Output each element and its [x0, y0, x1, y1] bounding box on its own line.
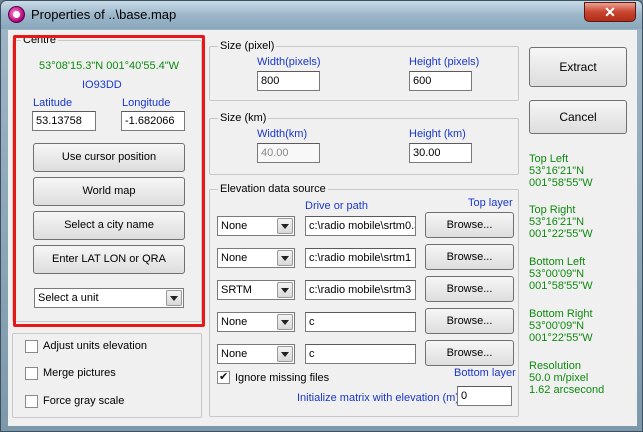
browse-button-5[interactable]: Browse... [425, 340, 514, 366]
longitude-input[interactable]: -1.682066 [121, 111, 185, 131]
longitude-label: Longitude [122, 97, 171, 109]
height-km-input[interactable]: 30.00 [409, 143, 472, 163]
browse-button-1[interactable]: Browse... [425, 212, 514, 238]
dialog-client-area: Centre 53°08'15.3"N 001°40'55.4"W IO93DD… [8, 30, 637, 426]
source-select-1[interactable]: None [217, 216, 295, 236]
source-select-2[interactable]: None [217, 248, 295, 268]
bottom-right-lon: 001°22'55"W [529, 332, 593, 344]
centre-qra: IO93DD [82, 79, 122, 91]
source-select-3[interactable]: SRTM [217, 280, 295, 300]
source-value-1: None [221, 220, 248, 232]
top-right-lon: 001°22'55"W [529, 228, 593, 240]
merge-pictures-checkbox[interactable] [25, 367, 38, 380]
size-km-group: Size (km) [209, 112, 519, 175]
size-km-label: Size (km) [218, 112, 269, 125]
width-km-label: Width(km) [257, 128, 308, 140]
app-icon [8, 6, 25, 23]
drive-path-header: Drive or path [305, 200, 368, 212]
centre-coordinates: 53°08'15.3"N 001°40'55.4"W [39, 60, 180, 72]
window-title: Properties of ..\base.map [31, 7, 177, 22]
size-pixel-group: Size (pixel) [209, 40, 519, 101]
width-pixels-input[interactable]: 800 [257, 71, 320, 91]
ignore-missing-label: Ignore missing files [235, 372, 330, 384]
merge-pictures-label: Merge pictures [43, 367, 116, 379]
source-value-5: None [221, 348, 248, 360]
chevron-down-icon[interactable] [166, 290, 182, 306]
browse-button-4[interactable]: Browse... [425, 308, 514, 334]
resolution-arcsecond: 1.62 arcsecond [529, 384, 605, 396]
source-value-3: SRTM [221, 284, 252, 296]
path-input-2[interactable]: c:\radio mobile\srtm1 [305, 248, 416, 268]
source-select-4[interactable]: None [217, 312, 295, 332]
source-value-2: None [221, 252, 248, 264]
latitude-input[interactable]: 53.13758 [32, 111, 96, 131]
force-gray-label: Force gray scale [43, 395, 125, 407]
chevron-down-icon[interactable] [277, 346, 293, 362]
path-input-1[interactable]: c:\radio mobile\srtm0.3 [305, 216, 416, 236]
adjust-units-checkbox[interactable] [25, 340, 38, 353]
width-km-input[interactable]: 40.00 [257, 143, 320, 163]
source-select-5[interactable]: None [217, 344, 295, 364]
chevron-down-icon[interactable] [277, 314, 293, 330]
browse-button-3[interactable]: Browse... [425, 276, 514, 302]
browse-button-2[interactable]: Browse... [425, 244, 514, 270]
elevation-label: Elevation data source [218, 183, 328, 196]
extract-button[interactable]: Extract [529, 47, 627, 87]
height-km-label: Height (km) [409, 128, 466, 140]
init-matrix-label: Initialize matrix with elevation (m) [297, 392, 459, 404]
select-unit-dropdown[interactable]: Select a unit [34, 288, 184, 308]
path-input-4[interactable]: c [305, 312, 416, 332]
source-value-4: None [221, 316, 248, 328]
height-pixels-label: Height (pixels) [409, 56, 480, 68]
width-pixels-label: Width(pixels) [257, 56, 321, 68]
world-map-button[interactable]: World map [33, 177, 185, 206]
select-unit-value: Select a unit [38, 292, 99, 304]
close-button[interactable]: ✕ [584, 2, 636, 22]
cancel-button[interactable]: Cancel [529, 100, 627, 134]
use-cursor-position-button[interactable]: Use cursor position [33, 143, 185, 172]
chevron-down-icon[interactable] [277, 250, 293, 266]
force-gray-checkbox[interactable] [25, 395, 38, 408]
properties-window: Properties of ..\base.map ✕ Centre 53°08… [0, 0, 643, 432]
ignore-missing-checkbox[interactable] [217, 370, 230, 384]
init-elevation-input[interactable]: 0 [457, 386, 512, 406]
path-input-5[interactable]: c [305, 344, 416, 364]
chevron-down-icon[interactable] [277, 282, 293, 298]
top-left-lon: 001°58'55"W [529, 177, 593, 189]
bottom-left-lon: 001°58'55"W [529, 280, 593, 292]
bottom-layer-label: Bottom layer [454, 367, 516, 379]
top-layer-label: Top layer [468, 197, 513, 209]
path-input-3[interactable]: c:\radio mobile\srtm3 [305, 280, 416, 300]
select-city-button[interactable]: Select a city name [33, 211, 185, 240]
title-bar[interactable]: Properties of ..\base.map ✕ [1, 1, 642, 29]
height-pixels-input[interactable]: 600 [409, 71, 472, 91]
chevron-down-icon[interactable] [277, 218, 293, 234]
latitude-label: Latitude [33, 97, 73, 109]
adjust-units-label: Adjust units elevation [43, 340, 147, 352]
enter-lat-lon-qra-button[interactable]: Enter LAT LON or QRA [33, 245, 185, 274]
size-pixel-label: Size (pixel) [218, 40, 277, 53]
